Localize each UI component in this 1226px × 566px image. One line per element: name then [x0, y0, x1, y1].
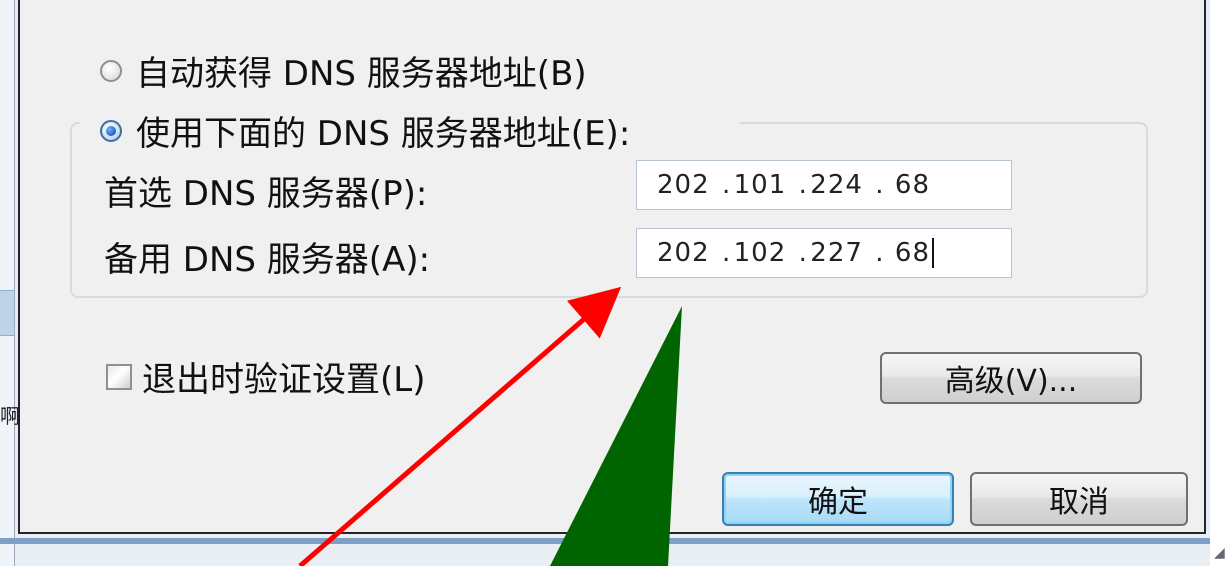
annotation-overlay: [298, 286, 682, 566]
red-arrow-icon: [298, 286, 622, 566]
green-pointer-icon: [550, 306, 682, 566]
